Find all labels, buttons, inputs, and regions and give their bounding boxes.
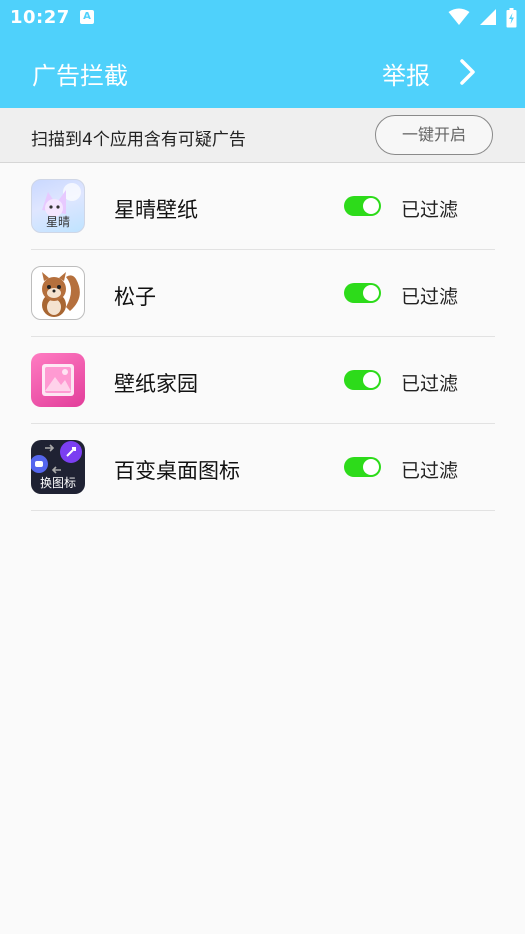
filter-toggle[interactable]	[344, 283, 381, 303]
list-item: 壁纸家园 已过滤	[31, 337, 495, 424]
app-list: 星晴 星晴壁纸 已过滤 松子 已过滤 壁纸家园 已过滤 换图标 百变桌面图标 已…	[0, 163, 525, 511]
toggle-knob	[363, 372, 379, 388]
filter-status: 已过滤	[401, 373, 459, 395]
status-time: 10:27	[10, 7, 70, 28]
toggle-knob	[363, 198, 379, 214]
app-icon-text: 星晴	[45, 215, 70, 229]
toggle-knob	[363, 285, 379, 301]
status-icons	[444, 8, 517, 28]
change-icon-app-icon: 换图标	[31, 440, 85, 494]
app-name: 松子	[114, 285, 156, 309]
pink-picture-icon	[31, 353, 85, 407]
filter-toggle[interactable]	[344, 370, 381, 390]
filter-toggle[interactable]	[344, 196, 381, 216]
filter-status: 已过滤	[401, 286, 459, 308]
xingqing-wallpaper-icon: 星晴	[31, 179, 85, 233]
scan-message: 扫描到4个应用含有可疑广告	[31, 130, 246, 150]
cell-signal-icon	[479, 9, 496, 25]
notification-icon: A	[80, 10, 94, 24]
battery-icon	[506, 8, 517, 28]
list-item: 松子 已过滤	[31, 250, 495, 337]
app-bar: 广告拦截 举报	[0, 36, 525, 108]
app-icon-text: 换图标	[39, 476, 76, 490]
toggle-knob	[363, 459, 379, 475]
filter-status: 已过滤	[401, 199, 459, 221]
app-name: 壁纸家园	[114, 372, 198, 396]
report-button[interactable]: 举报	[382, 56, 430, 91]
page-title: 广告拦截	[32, 62, 128, 90]
list-item: 换图标 百变桌面图标 已过滤	[31, 424, 495, 511]
app-name: 星晴壁纸	[114, 198, 198, 222]
wifi-icon	[448, 8, 470, 25]
chevron-right-icon[interactable]	[458, 58, 478, 86]
filter-toggle[interactable]	[344, 457, 381, 477]
list-item: 星晴 星晴壁纸 已过滤	[31, 163, 495, 250]
enable-all-button[interactable]: 一键开启	[375, 115, 493, 155]
squirrel-icon	[31, 266, 85, 320]
app-name: 百变桌面图标	[114, 459, 240, 483]
scan-summary-bar: 扫描到4个应用含有可疑广告 一键开启	[0, 108, 525, 163]
filter-status: 已过滤	[401, 460, 459, 482]
status-bar: 10:27 A	[0, 0, 525, 36]
